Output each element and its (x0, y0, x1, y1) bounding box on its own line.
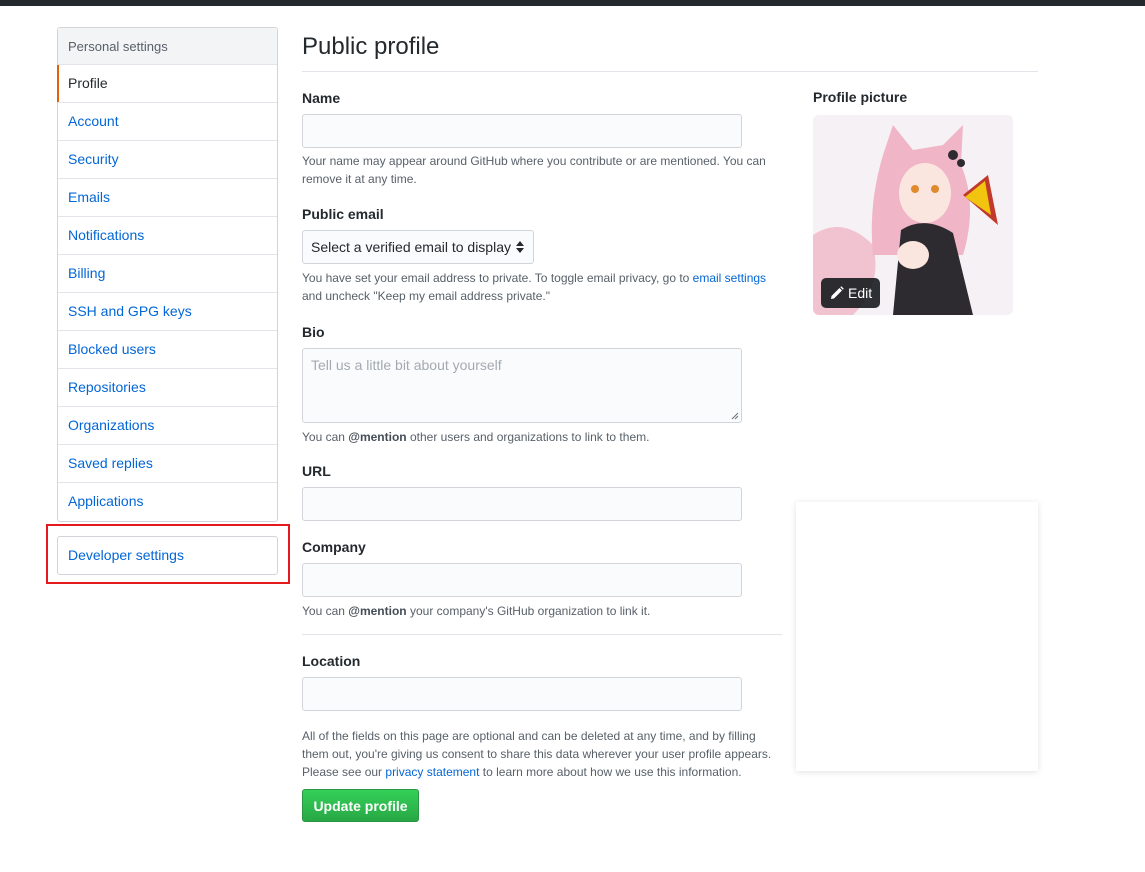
public-email-selected-value: Select a verified email to display (311, 239, 511, 255)
sidebar-item-billing[interactable]: Billing (58, 255, 277, 293)
sidebar-item-repositories[interactable]: Repositories (58, 369, 277, 407)
top-header-bar (0, 0, 1145, 6)
bio-label: Bio (302, 324, 325, 340)
location-input[interactable] (302, 677, 742, 711)
public-email-select[interactable]: Select a verified email to display (302, 230, 534, 264)
sidebar-item-emails[interactable]: Emails (58, 179, 277, 217)
sidebar-heading: Personal settings (58, 28, 277, 65)
update-profile-button[interactable]: Update profile (302, 789, 419, 822)
edit-label: Edit (848, 285, 873, 301)
blank-overlay-panel (796, 502, 1038, 771)
email-settings-link[interactable]: email settings (693, 271, 766, 285)
privacy-footer-note: All of the fields on this page are optio… (302, 729, 772, 779)
name-input[interactable] (302, 114, 742, 148)
company-input[interactable] (302, 563, 742, 597)
sidebar-item-profile[interactable]: Profile (57, 65, 277, 103)
sidebar-item-security[interactable]: Security (58, 141, 277, 179)
public-email-note: You have set your email address to priva… (302, 271, 767, 303)
pencil-icon (831, 286, 844, 299)
developer-settings-menu: Developer settings (57, 536, 278, 575)
settings-sidebar: Personal settings Profile Account Securi… (57, 27, 278, 522)
sidebar-item-ssh-gpg-keys[interactable]: SSH and GPG keys (58, 293, 277, 331)
location-label: Location (302, 653, 361, 669)
page-title: Public profile (302, 33, 440, 60)
sidebar-item-applications[interactable]: Applications (58, 483, 277, 521)
avatar-edit-button[interactable]: Edit (821, 278, 880, 308)
name-label: Name (302, 90, 341, 106)
select-caret-icon (516, 241, 524, 253)
company-label: Company (302, 539, 366, 555)
public-email-label: Public email (302, 206, 384, 222)
sidebar-item-developer-settings[interactable]: Developer settings (58, 537, 277, 574)
url-label: URL (302, 463, 331, 479)
title-divider (302, 71, 1038, 72)
form-divider (302, 634, 782, 635)
sidebar-item-notifications[interactable]: Notifications (58, 217, 277, 255)
privacy-statement-link[interactable]: privacy statement (385, 765, 479, 779)
sidebar-item-saved-replies[interactable]: Saved replies (58, 445, 277, 483)
bio-placeholder: Tell us a little bit about yourself (311, 357, 502, 373)
url-input[interactable] (302, 487, 742, 521)
profile-picture-label: Profile picture (813, 89, 908, 105)
name-note: Your name may appear around GitHub where… (302, 154, 766, 186)
company-note: You can @mention your company's GitHub o… (302, 604, 651, 618)
sidebar-item-account[interactable]: Account (58, 103, 277, 141)
sidebar-item-blocked-users[interactable]: Blocked users (58, 331, 277, 369)
sidebar-item-organizations[interactable]: Organizations (58, 407, 277, 445)
resize-grip-icon[interactable] (731, 412, 739, 420)
bio-note: You can @mention other users and organiz… (302, 430, 650, 444)
bio-textarea[interactable]: Tell us a little bit about yourself (302, 348, 742, 423)
